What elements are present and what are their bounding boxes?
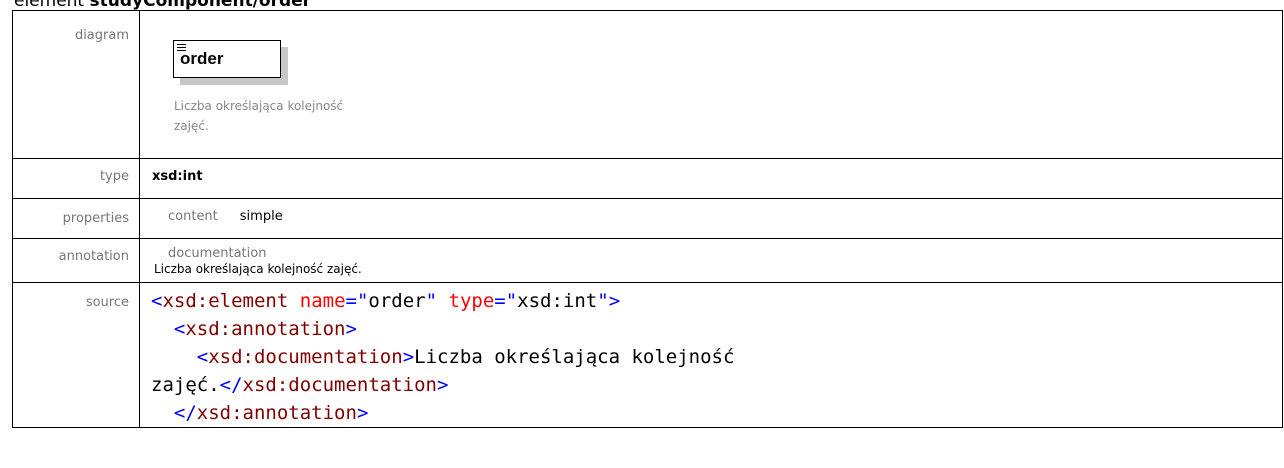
property-value: simple: [239, 209, 283, 224]
diagram-label: diagram: [12, 10, 140, 159]
annotation-text: Liczba określająca kolejność zajęć.: [154, 262, 362, 276]
type-cell: xsd:int: [139, 158, 1283, 199]
properties-label: properties: [12, 198, 140, 239]
src-line-4: zajęć.</xsd:documentation>: [151, 374, 449, 396]
type-label: type: [12, 158, 140, 199]
element-diagram: order Liczba określająca kolejność zajęć…: [140, 11, 1282, 158]
src-line-2: <xsd:annotation>: [173, 318, 357, 340]
diagram-doc-line-2: zajęć.: [174, 119, 209, 133]
diagram-element-name: order: [180, 49, 224, 68]
source-row: source <xsd:element name="order" type="x…: [12, 282, 1283, 428]
diagram-doc-line-1: Liczba określająca kolejność: [174, 99, 344, 113]
diagram-documentation: Liczba określająca kolejność zajęć.: [174, 96, 364, 136]
type-value-link[interactable]: xsd:int: [140, 169, 1282, 184]
element-properties-table: diagram order Liczba określająca kolejno…: [12, 10, 1283, 428]
diagram-row: diagram order Liczba określająca kolejno…: [12, 10, 1283, 159]
annotation-row: annotation documentation Liczba określaj…: [12, 238, 1283, 283]
src-line-5: </xsd:annotation>: [173, 402, 369, 424]
source-label: source: [12, 282, 140, 428]
property-key: content: [168, 209, 218, 224]
source-cell: <xsd:element name="order" type="xsd:int"…: [139, 282, 1283, 428]
annotation-cell: documentation Liczba określająca kolejno…: [139, 238, 1283, 283]
xsd-element-doc-page: element studyComponent/order diagram ord…: [0, 0, 1284, 468]
annotation-key: documentation: [168, 246, 267, 261]
type-row: type xsd:int: [12, 158, 1283, 199]
properties-cell: content simple: [139, 198, 1283, 239]
diagram-element-box[interactable]: order: [173, 40, 281, 78]
properties-entry: content simple: [140, 199, 1282, 224]
src-line-1: <xsd:element name="order" type="xsd:int"…: [151, 290, 621, 312]
diagram-cell: order Liczba określająca kolejność zajęć…: [139, 10, 1283, 159]
annotation-label: annotation: [12, 238, 140, 283]
src-line-3: <xsd:documentation>Liczba określająca ko…: [196, 346, 735, 368]
source-code: <xsd:element name="order" type="xsd:int"…: [140, 283, 1282, 427]
properties-row: properties content simple: [12, 198, 1283, 239]
